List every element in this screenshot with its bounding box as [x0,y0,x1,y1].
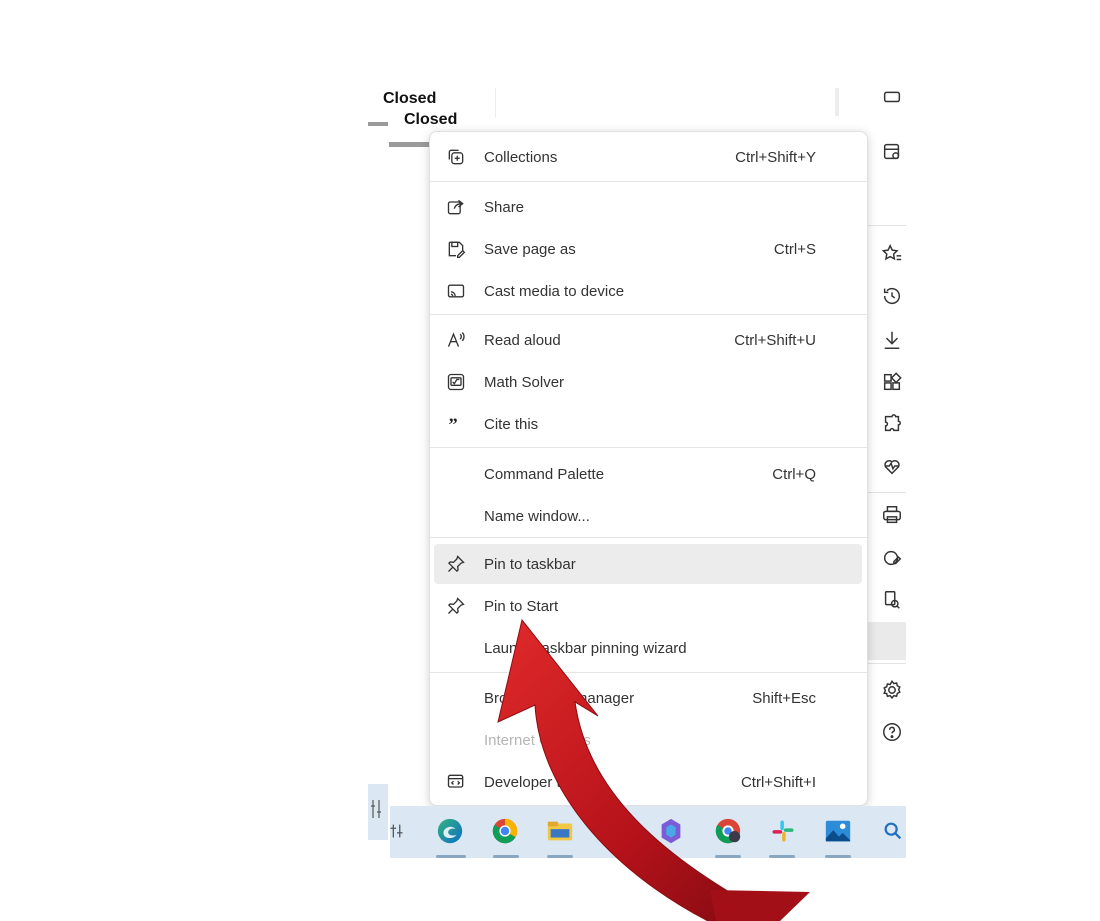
background-underline [368,122,388,126]
menu-item-share[interactable]: Share [430,187,867,227]
menu-separator [430,314,867,315]
widgets-icon[interactable] [380,814,414,848]
help-icon[interactable] [880,720,904,744]
search-icon[interactable] [876,814,910,848]
menu-item-command-palette[interactable]: Command Palette Ctrl+Q [430,454,867,494]
menu-item-shortcut: Ctrl+Shift+U [734,331,816,349]
menu-item-label: Command Palette [484,465,605,483]
menu-item-label: Name window... [484,507,590,525]
sidebar-separator [868,225,906,226]
apps-icon[interactable] [880,370,904,394]
taskbar-active-indicator [825,855,851,858]
settings-icon[interactable] [880,678,904,702]
cast-icon [445,280,467,302]
menu-item-label: Cast media to device [484,282,625,300]
collections-sidebar-icon[interactable] [880,140,904,164]
background-tab-title: Closed [404,111,458,128]
screenshot-icon[interactable] [880,546,904,570]
find-icon[interactable] [880,588,904,612]
math-solver-icon [445,371,467,393]
menu-item-shortcut: Ctrl+Shift+Y [735,148,816,166]
menu-item-collections[interactable]: Collections Ctrl+Shift+Y [430,137,867,177]
background-tab-divider [835,88,839,116]
health-icon[interactable] [880,454,904,478]
taskbar-active-indicator [436,855,466,858]
background-tab-title: Closed [383,90,437,107]
pin-icon [445,553,467,575]
read-aloud-icon [445,329,467,351]
menu-item-pin-to-taskbar[interactable]: Pin to taskbar [434,544,862,584]
menu-item-cite-this[interactable]: ” Cite this [430,404,867,444]
menu-item-save-page-as[interactable]: Save page as Ctrl+S [430,229,867,269]
menu-item-cast-media[interactable]: Cast media to device [430,271,867,311]
sidebar-separator [868,492,906,493]
history-icon[interactable] [880,284,904,308]
share-icon [445,196,467,218]
sidebar-separator [868,663,906,664]
download-icon[interactable] [880,328,904,352]
svg-text:”: ” [449,415,458,434]
red-arrow-annotation [497,618,810,921]
menu-item-label: Pin to taskbar [484,555,576,573]
collections-icon [445,146,467,168]
menu-item-label: Collections [484,148,558,166]
extensions-icon[interactable] [880,412,904,436]
background-tab-strip [495,88,841,118]
tab-actions-icon[interactable] [880,84,904,108]
menu-item-shortcut: Ctrl+Q [772,465,816,483]
menu-item-label: Save page as [484,240,576,258]
menu-item-label: Math Solver [484,373,565,391]
pin-icon [445,595,467,617]
favorites-icon[interactable] [880,242,904,266]
print-icon[interactable] [880,503,904,527]
menu-separator [430,537,867,538]
quote-icon: ” [445,413,467,435]
menu-item-label: Read aloud [484,331,561,349]
menu-item-name-window[interactable]: Name window... [430,496,867,536]
menu-item-label: Share [484,198,525,216]
sidebar-highlight [868,622,906,660]
menu-item-label: Cite this [484,415,539,433]
menu-separator [430,447,867,448]
background-underline [389,142,429,147]
edge-icon[interactable] [433,814,467,848]
developer-tools-icon [445,771,467,793]
menu-separator [430,181,867,182]
photos-icon[interactable] [821,814,855,848]
menu-item-read-aloud[interactable]: Read aloud Ctrl+Shift+U [430,320,867,360]
save-page-icon [445,238,467,260]
menu-item-math-solver[interactable]: Math Solver [430,362,867,402]
menu-item-shortcut: Ctrl+S [773,240,816,258]
